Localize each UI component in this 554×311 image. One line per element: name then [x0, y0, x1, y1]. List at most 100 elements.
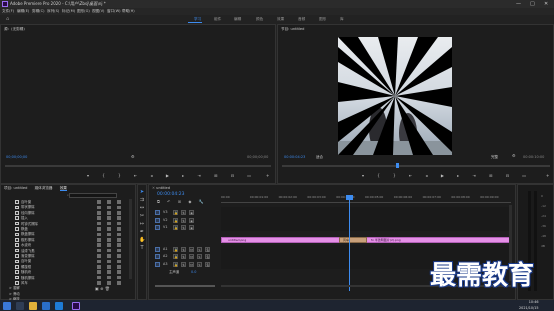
new-item-icon[interactable]: ⊕ — [100, 286, 103, 291]
maximize-button[interactable]: □ — [530, 0, 535, 8]
source-settings-icon[interactable]: ⚙ — [131, 154, 135, 160]
program-fit-dropdown[interactable]: 适合 — [316, 155, 323, 160]
program-playhead[interactable] — [396, 163, 399, 168]
transition-block[interactable]: 风车 — [339, 237, 367, 243]
track-mute-icon[interactable]: M — [189, 246, 194, 252]
program-transport-controls[interactable]: ▾ { } ⇤ ◂ ▶ ▸ ⇥ ⊞ ⊟ ▭ — [362, 173, 532, 179]
menu-window[interactable]: 窗口(W) — [107, 8, 121, 15]
track-select-tool-icon[interactable]: ⇉ — [139, 197, 145, 203]
track-target-toggle[interactable] — [155, 210, 160, 215]
source-add-icon[interactable]: + — [266, 173, 269, 179]
timeline-tab[interactable]: ✕ untitled — [149, 185, 170, 191]
track-lock-icon[interactable]: 🔒 — [173, 254, 178, 259]
tab-media-browser[interactable]: 媒体浏览器 — [35, 186, 53, 190]
master-volume[interactable]: 0.0 — [191, 269, 196, 276]
ripple-edit-tool-icon[interactable]: ↔ — [139, 205, 145, 211]
track-mic-icon[interactable]: 🎙 — [205, 254, 210, 259]
delete-icon[interactable]: 🗑 — [105, 286, 110, 291]
minimize-button[interactable]: — — [516, 0, 521, 8]
track-mic-icon[interactable]: 🎙 — [205, 246, 210, 252]
selection-tool-icon[interactable]: ➤ — [139, 189, 145, 195]
timeline-tool-icons[interactable]: ⧉ ↶ ⊞ ◆ 🔧 — [157, 199, 207, 204]
track-sync-icon[interactable]: ⇅ — [181, 217, 186, 223]
track-mute-icon[interactable]: M — [189, 261, 194, 267]
type-tool-icon[interactable]: T — [139, 245, 145, 251]
track-target-toggle[interactable] — [155, 254, 160, 259]
track-eye-icon[interactable]: ◉ — [189, 225, 194, 230]
edge-icon[interactable] — [55, 301, 63, 310]
menu-clip[interactable]: 剪辑(C) — [32, 8, 45, 15]
track-solo-icon[interactable]: S — [197, 246, 202, 252]
new-folder-icon[interactable]: ▣ — [95, 286, 99, 291]
menu-marker[interactable]: 标记(M) — [62, 8, 75, 15]
effects-scrollbar[interactable] — [129, 199, 132, 279]
menu-file[interactable]: 文件(F) — [2, 8, 14, 15]
workspace-effects[interactable]: 效果 — [277, 15, 284, 24]
program-settings-icon[interactable]: ⚙ — [512, 153, 516, 159]
track-target-toggle[interactable] — [155, 246, 160, 252]
workspace-color[interactable]: 颜色 — [256, 15, 263, 24]
program-timecode[interactable]: 00:00:04:23 — [284, 155, 305, 159]
workspace-editing[interactable]: 编辑 — [234, 15, 241, 24]
track-sync-icon[interactable]: ⇅ — [181, 254, 186, 259]
track-eye-icon[interactable]: ◉ — [189, 217, 194, 223]
timeline-ruler[interactable]: 00:00 00:00:01:00 00:00:02:00 00:00:03:00 00… — [221, 195, 511, 201]
workspace-audio[interactable]: 音频 — [298, 15, 305, 24]
program-add-icon[interactable]: + — [546, 173, 549, 179]
track-mute-icon[interactable]: M — [189, 254, 194, 259]
menu-graphics[interactable]: 图形(G) — [77, 8, 90, 15]
hand-tool-icon[interactable]: ✋ — [139, 237, 145, 243]
timeline-playhead[interactable] — [349, 195, 350, 291]
tab-effects[interactable]: 效果 — [59, 186, 67, 191]
pen-tool-icon[interactable]: ✒ — [139, 229, 145, 235]
track-sync-icon[interactable]: ⇅ — [181, 210, 186, 215]
source-timecode-left[interactable]: 00;00;00;00 — [6, 155, 27, 159]
source-transport-controls[interactable]: ▾ { } ⇤ ◂ ▶ ▸ ⇥ ⊞ ⊟ ▭ — [87, 173, 257, 179]
workspace-libraries[interactable]: 库 — [340, 15, 344, 24]
effects-search-input[interactable] — [69, 193, 117, 198]
timeline-playhead-handle[interactable] — [346, 195, 353, 200]
slip-tool-icon[interactable]: ↦ — [139, 221, 145, 227]
accelerated-badge-icon — [97, 237, 101, 242]
close-button[interactable]: ✕ — [544, 0, 548, 8]
track-target-toggle[interactable] — [155, 217, 160, 223]
track-sync-icon[interactable]: ⇅ — [181, 246, 186, 252]
workspace-graphics[interactable]: 图形 — [319, 15, 326, 24]
workspace-assembly[interactable]: 组件 — [214, 15, 221, 24]
menu-sequence[interactable]: 序列(S) — [47, 8, 59, 15]
search-taskbar-icon[interactable] — [16, 301, 24, 310]
timeline-timecode[interactable]: 00:00:04:23 — [157, 192, 184, 197]
track-lock-icon[interactable]: 🔒 — [173, 217, 178, 223]
source-tab[interactable]: 源：(无剪辑) — [1, 25, 25, 33]
track-lock-icon[interactable]: 🔒 — [173, 261, 178, 267]
timeline-zoom-scrollbar[interactable] — [155, 285, 215, 287]
home-icon[interactable]: ⌂ — [6, 15, 9, 24]
track-target-toggle[interactable] — [155, 261, 160, 267]
word-icon[interactable] — [42, 301, 50, 310]
program-scrubber[interactable] — [282, 165, 550, 167]
menu-view[interactable]: 视图(V) — [92, 8, 104, 15]
track-mic-icon[interactable]: 🎙 — [205, 261, 210, 267]
program-tab[interactable]: 节目: untitled — [278, 25, 304, 33]
tab-project[interactable]: 项目: untitled — [4, 186, 27, 190]
track-lock-icon[interactable]: 🔒 — [173, 246, 178, 252]
track-sync-icon[interactable]: ⇅ — [181, 225, 186, 230]
file-explorer-icon[interactable] — [29, 301, 37, 310]
start-icon[interactable] — [3, 301, 11, 310]
menu-edit[interactable]: 编辑(E) — [17, 8, 29, 15]
yuv-badge-icon — [117, 243, 121, 247]
razor-tool-icon[interactable]: ✂ — [139, 213, 145, 219]
track-sync-icon[interactable]: ⇅ — [181, 261, 186, 267]
premiere-taskbar-icon[interactable] — [72, 301, 80, 310]
program-quality-dropdown[interactable]: 完整 — [491, 155, 498, 160]
close-tab-icon[interactable]: ✕ — [152, 186, 155, 190]
source-scrubber[interactable] — [5, 165, 271, 167]
track-lock-icon[interactable]: 🔒 — [173, 210, 178, 215]
track-target-toggle[interactable] — [155, 225, 160, 230]
master-label: 主声道 — [169, 270, 180, 274]
track-lock-icon[interactable]: 🔒 — [173, 225, 178, 230]
menu-help[interactable]: 帮助(H) — [122, 8, 135, 15]
track-eye-icon[interactable]: ◉ — [189, 210, 194, 215]
track-solo-icon[interactable]: S — [197, 261, 202, 267]
track-solo-icon[interactable]: S — [197, 254, 202, 259]
